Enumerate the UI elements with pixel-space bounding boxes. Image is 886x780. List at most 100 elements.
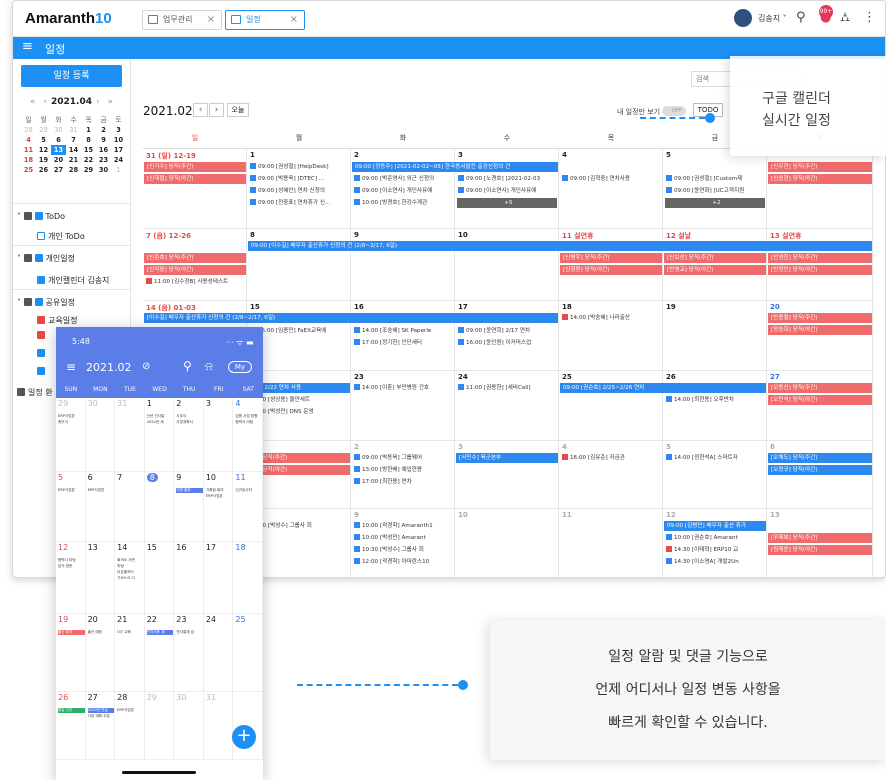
event[interactable]: 09:00 [김혁중] 연차사용	[559, 174, 663, 184]
mobile-event[interactable]: ERP사업본	[58, 414, 85, 419]
mobile-event[interactable]: 신년 인사말	[147, 414, 174, 419]
only-mine-toggle[interactable]: OFF	[662, 106, 686, 116]
mobile-day-cell[interactable]: 21	[115, 614, 145, 692]
mobile-day-cell[interactable]: 7	[115, 472, 145, 542]
event[interactable]: [오정규] 당직(야간)	[768, 465, 872, 475]
mobile-event[interactable]: 회의소 서면	[117, 558, 144, 563]
event[interactable]: 09:00 [이수길] 배우자 출산휴가 신청의 건 (2/8~2/17, 6일…	[248, 241, 872, 251]
mini-day[interactable]: 7	[66, 135, 81, 145]
app-logo[interactable]: Amaranth10	[25, 10, 112, 27]
mini-day[interactable]: 3	[111, 125, 126, 135]
day-cell[interactable]: 9	[351, 229, 455, 301]
day-cell[interactable]: 8	[247, 229, 351, 301]
event[interactable]: 14:30 [이태혁] ERP10 교	[663, 545, 767, 555]
event[interactable]: [신보성] 당직(주간)	[664, 253, 766, 263]
event[interactable]: [안영진] 당직(주간)	[768, 253, 872, 263]
checkbox-icon[interactable]	[37, 367, 45, 375]
mini-day[interactable]: 6	[51, 135, 66, 145]
mobile-day-cell[interactable]: 31	[115, 398, 145, 472]
event[interactable]: 09:00 [윤연희] 2/17 연차	[455, 326, 559, 336]
day-cell[interactable]: 31 (일) 12-19	[143, 149, 247, 229]
event[interactable]: 09:00 [박준영사] 외근 신청의	[351, 174, 455, 184]
mobile-day-cell[interactable]: 9	[174, 472, 204, 542]
mobile-event[interactable]: ERP사업본	[58, 488, 85, 493]
checkbox-icon[interactable]	[37, 316, 45, 324]
day-cell[interactable]: 2	[351, 441, 455, 509]
event[interactable]: [신형환] 당직(야간)	[560, 265, 662, 275]
search-icon[interactable]: ⚲	[796, 10, 806, 25]
mini-day[interactable]: 26	[36, 165, 51, 175]
event[interactable]: [신우현] 당직(주간)	[768, 162, 872, 172]
mini-day[interactable]: 12	[36, 145, 51, 155]
todo-group[interactable]: ˅ ToDo	[17, 212, 65, 221]
more-events-button[interactable]: +5	[457, 198, 557, 208]
day-cell[interactable]: 20	[767, 301, 873, 371]
mobile-day-cell[interactable]: 18	[233, 542, 263, 614]
mini-day[interactable]: 18	[21, 155, 36, 165]
event[interactable]: 09:00 [성혜인] 연차 신청의	[247, 186, 351, 196]
event[interactable]: 09:00 [정동주] [2021-02-02~05] 한국동서발전 출장신청의…	[352, 162, 558, 172]
event[interactable]: [양승희] 당직(야간)	[768, 325, 872, 335]
event[interactable]: 09:00 [이소연사] 개인사유에	[351, 186, 455, 196]
mobile-event[interactable]: 기브스크 디	[117, 576, 144, 581]
more-icon[interactable]: ⋮	[863, 10, 876, 25]
mobile-event[interactable]: 임원 사업 방향	[235, 414, 262, 419]
org-chart-icon[interactable]: ⛼	[840, 10, 850, 27]
day-cell[interactable]: 27	[767, 371, 873, 441]
mini-day[interactable]: 17	[111, 145, 126, 155]
mobile-event[interactable]: 신규입사자	[235, 488, 262, 493]
mobile-event[interactable]: 휴일 근무	[58, 708, 85, 713]
mobile-event[interactable]: 총무식	[58, 420, 85, 425]
event[interactable]: [서민수] 육군본부	[456, 453, 558, 463]
mobile-day-cell[interactable]: 20	[85, 614, 116, 692]
mini-day[interactable]: 27	[51, 165, 66, 175]
day-cell[interactable]	[767, 149, 873, 229]
register-schedule-button[interactable]: 일정 등록	[21, 65, 122, 87]
checkbox-icon[interactable]	[23, 254, 32, 262]
mobile-event[interactable]: ERP사업본	[117, 708, 144, 713]
my-button[interactable]: My	[228, 361, 252, 373]
day-cell[interactable]: 26	[663, 371, 767, 441]
add-event-button[interactable]: +	[232, 725, 256, 749]
mobile-day-cell[interactable]: 2	[174, 398, 204, 472]
event[interactable]: 09:00 [권순호] 2/25~2/26 연차	[560, 383, 766, 393]
mobile-event[interactable]: 사업계획서	[176, 420, 203, 425]
day-cell[interactable]: 25	[559, 371, 663, 441]
mobile-event[interactable]: 사장 계획 수립	[88, 714, 115, 719]
event[interactable]: 09:00 [박용욱] [DTEC] ...	[247, 174, 351, 184]
mini-day[interactable]: 9	[96, 135, 111, 145]
avatar[interactable]	[734, 9, 752, 27]
mobile-day-cell[interactable]: 29	[144, 692, 175, 760]
event[interactable]: 11:00 [김수정B] 사용성테스트	[143, 277, 247, 287]
day-cell[interactable]: 5	[663, 441, 767, 509]
day-cell[interactable]: 9	[351, 509, 455, 577]
event[interactable]: [신가수] 당직(주간)	[144, 162, 246, 172]
hamburger-icon[interactable]: ≡	[66, 360, 76, 374]
mini-day[interactable]: 16	[96, 145, 111, 155]
mobile-event[interactable]: 출산 예정	[88, 630, 115, 635]
mobile-day-cell[interactable]: 25	[233, 614, 263, 692]
mobile-event[interactable]: 협력사 미팅	[58, 558, 85, 563]
mobile-day-cell[interactable]: 5	[56, 472, 86, 542]
event[interactable]: [안정인] 당직(야간)	[768, 265, 872, 275]
event[interactable]: [오채도] 당직(주간)	[768, 453, 872, 463]
event[interactable]: 16:00 [윤인원] 이커머스업	[455, 338, 559, 348]
event[interactable]: 14:00 [박숭혜] 나라출산	[559, 313, 663, 323]
checkbox-icon[interactable]	[34, 212, 43, 220]
shared-item[interactable]	[37, 367, 48, 376]
event[interactable]: 16:00 [김유준] 자금관	[559, 453, 663, 463]
settings-link[interactable]: 일정 환	[17, 387, 53, 398]
day-cell[interactable]: 19	[663, 301, 767, 371]
mobile-day-cell[interactable]: 31	[203, 692, 234, 760]
mobile-event[interactable]: 지원 출장	[176, 488, 203, 493]
mobile-event[interactable]: 2020년 세	[147, 420, 174, 425]
mobile-day-cell[interactable]: 1	[144, 398, 175, 472]
mini-day[interactable]: 14	[66, 145, 81, 155]
event[interactable]: 14:00 [이훈] 부민병원 건호	[351, 383, 455, 393]
day-cell[interactable]: 23	[351, 371, 455, 441]
shared-item[interactable]	[37, 331, 48, 340]
next-year-icon[interactable]: »	[108, 97, 114, 107]
day-cell[interactable]: 11	[559, 509, 663, 577]
checkbox-icon[interactable]	[37, 276, 45, 284]
event[interactable]: 10:00 [곽경학] Amaranth1	[351, 521, 455, 531]
